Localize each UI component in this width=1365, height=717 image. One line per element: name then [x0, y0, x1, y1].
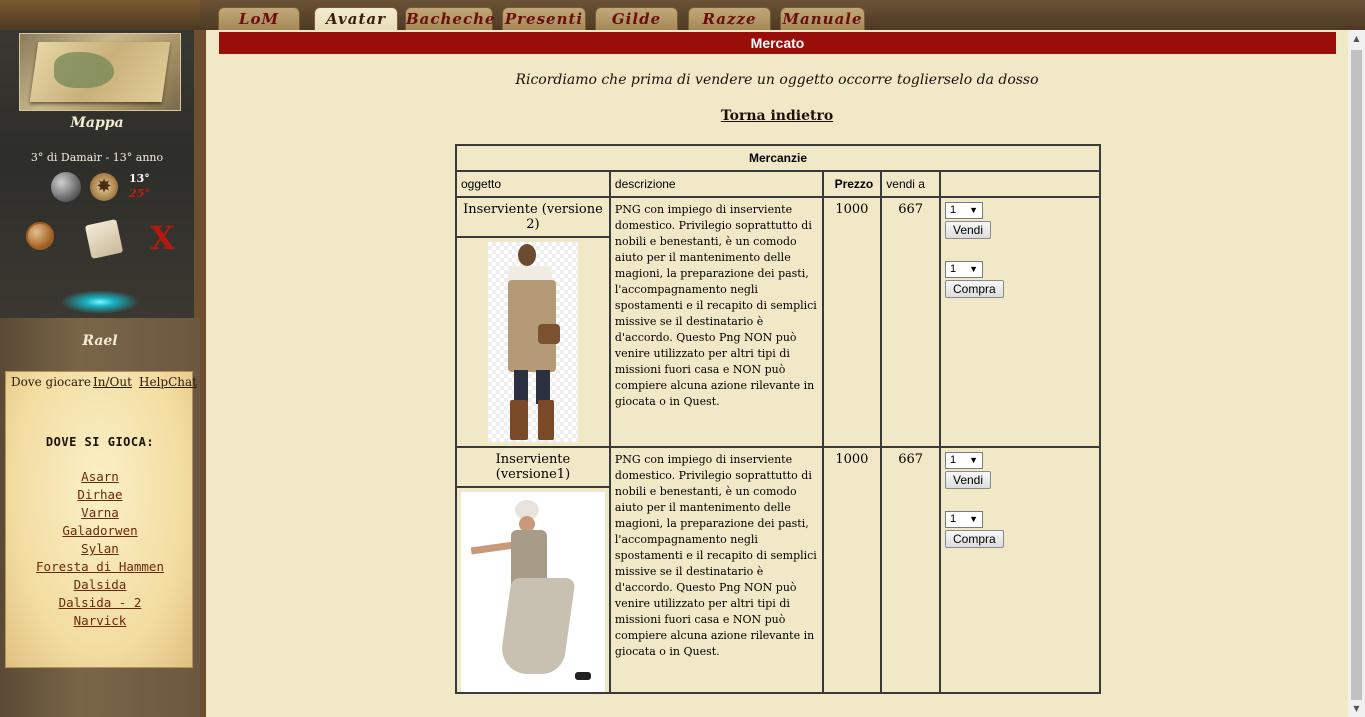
tab-lom[interactable]: LoM: [218, 7, 300, 30]
scroll-up-icon[interactable]: ▲: [1348, 32, 1365, 46]
table-row: Inserviente (versione 2) PNG con impiego…: [455, 196, 1102, 448]
username: Rael: [82, 333, 118, 349]
item-price: 1000: [821, 196, 883, 448]
close-icon[interactable]: X: [150, 220, 175, 256]
gem-ornament: [60, 290, 140, 314]
moon-icon: [51, 172, 81, 202]
location-link[interactable]: Dalsida - 2: [6, 594, 194, 612]
sell-button[interactable]: Vendi: [944, 471, 992, 489]
tab-presenti[interactable]: Presenti: [502, 7, 586, 30]
globe-icon[interactable]: [26, 222, 54, 250]
buy-quantity-select[interactable]: 1 ▼: [944, 261, 983, 278]
col-header-prezzo: Prezzo: [821, 170, 883, 198]
chevron-down-icon: ▼: [969, 205, 978, 215]
tab-razze[interactable]: Razze: [688, 7, 771, 30]
map-label[interactable]: Mappa: [0, 115, 194, 131]
sell-button[interactable]: Vendi: [944, 221, 992, 239]
back-link[interactable]: Torna indietro: [206, 108, 1348, 124]
tab-helpchat[interactable]: HelpChat: [139, 375, 197, 389]
tab-in-out[interactable]: In/Out: [93, 375, 132, 389]
scroll-icon[interactable]: [84, 219, 124, 259]
scroll-down-icon[interactable]: ▼: [1348, 702, 1365, 716]
tab-gilde[interactable]: Gilde: [595, 7, 678, 30]
col-header-vendi: vendi a: [880, 170, 941, 198]
location-link[interactable]: Foresta di Hammen: [6, 558, 194, 576]
location-link[interactable]: Narvick: [6, 612, 194, 630]
chevron-down-icon: ▼: [969, 514, 978, 524]
table-row: Inserviente (versione1) PNG con impiego …: [455, 446, 1102, 694]
chevron-down-icon: ▼: [969, 455, 978, 465]
location-link[interactable]: Asarn: [6, 468, 194, 486]
item-image-cell: [455, 236, 611, 448]
temperature: 13°: [129, 172, 150, 185]
col-header-oggetto: oggetto: [455, 170, 611, 198]
item-description: PNG con impiego di inserviente domestico…: [608, 196, 824, 448]
scroll-thumb[interactable]: [1351, 50, 1362, 700]
buy-button[interactable]: Compra: [944, 530, 1004, 548]
market-table: Mercanzie oggetto descrizione Prezzo ven…: [455, 144, 1102, 694]
item-actions: 1 ▼ Vendi 1 ▼ Compra: [938, 196, 1102, 448]
sell-notice: Ricordiamo che prima di vendere un ogget…: [515, 72, 1039, 88]
game-date: 3° di Damair - 13° anno: [30, 151, 164, 164]
sidebar-frame: Mappa 3° di Damair - 13° anno ✸ 13° 25° …: [0, 0, 200, 318]
item-price: 1000: [821, 446, 883, 694]
servant-image-male: [487, 242, 578, 442]
scrollbar[interactable]: ▲ ▼: [1348, 30, 1365, 717]
tab-manuale[interactable]: Manuale: [780, 7, 865, 30]
page-title: Mercato: [219, 32, 1336, 54]
item-name: Inserviente (versione1): [455, 446, 611, 488]
table-caption: Mercanzie: [455, 144, 1101, 172]
item-sell-price: 667: [880, 446, 941, 694]
temperature-alt: 25°: [129, 187, 150, 200]
sell-quantity-select[interactable]: 1 ▼: [944, 202, 983, 219]
location-link[interactable]: Dalsida: [6, 576, 194, 594]
servant-image-female: [460, 492, 605, 692]
sidebar: Mappa 3° di Damair - 13° anno ✸ 13° 25° …: [0, 0, 200, 717]
item-name: Inserviente (versione 2): [455, 196, 611, 238]
buy-quantity-value: 1: [949, 263, 957, 275]
main-content: Mercato Ricordiamo che prima di vendere …: [200, 30, 1348, 717]
compass-icon: ✸: [90, 173, 118, 201]
chevron-down-icon: ▼: [969, 264, 978, 274]
map-thumbnail[interactable]: [19, 33, 181, 111]
location-list: Asarn Dirhae Varna Galadorwen Sylan Fore…: [6, 468, 194, 630]
item-actions: 1 ▼ Vendi 1 ▼ Compra: [938, 446, 1102, 694]
buy-button[interactable]: Compra: [944, 280, 1004, 298]
sell-quantity-value: 1: [949, 204, 957, 216]
col-header-descrizione: descrizione: [608, 170, 824, 198]
buy-quantity-value: 1: [949, 513, 957, 525]
location-panel: Dove giocare In/Out HelpChat DOVE SI GIO…: [5, 371, 197, 668]
top-nav: LoM Avatar Bacheche Presenti Gilde Razze…: [200, 0, 1365, 30]
frame-ornament: [0, 0, 200, 30]
where-heading: DOVE SI GIOCA:: [45, 435, 155, 449]
tab-dove-giocare[interactable]: Dove giocare: [11, 375, 91, 389]
map-land: [54, 52, 114, 88]
location-link[interactable]: Galadorwen: [6, 522, 194, 540]
col-header-actions: [938, 170, 1102, 198]
tab-avatar[interactable]: Avatar: [314, 7, 398, 30]
item-sell-price: 667: [880, 196, 941, 448]
buy-quantity-select[interactable]: 1 ▼: [944, 511, 983, 528]
tab-bacheche[interactable]: Bacheche: [405, 7, 495, 30]
item-image-cell: [455, 486, 611, 694]
location-link[interactable]: Sylan: [6, 540, 194, 558]
location-link[interactable]: Dirhae: [6, 486, 194, 504]
panel-tabs: Dove giocare In/Out HelpChat: [6, 375, 197, 391]
sell-quantity-select[interactable]: 1 ▼: [944, 452, 983, 469]
sell-quantity-value: 1: [949, 454, 957, 466]
location-link[interactable]: Varna: [6, 504, 194, 522]
item-description: PNG con impiego di inserviente domestico…: [608, 446, 824, 694]
